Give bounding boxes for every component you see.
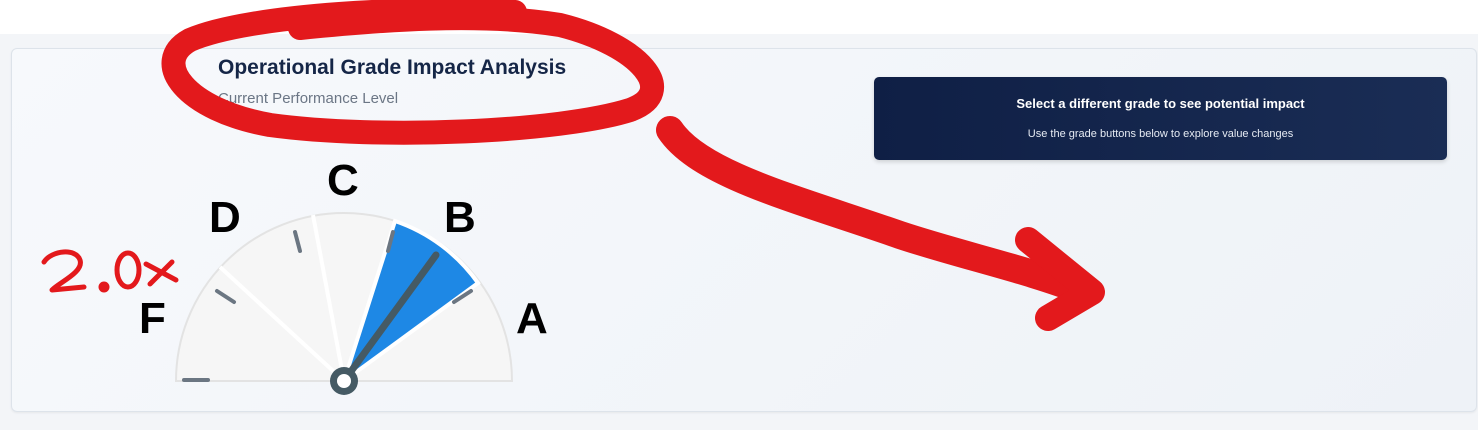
info-panel-subtext: Use the grade buttons below to explore v… (1027, 128, 1294, 140)
impact-info-panel: Select a different grade to see potentia… (874, 77, 1447, 160)
grade-label-d: D (209, 193, 241, 242)
grade-label-c: C (327, 156, 359, 205)
grade-label-a: A (516, 294, 548, 343)
page-title: Operational Grade Impact Analysis (218, 56, 567, 79)
page-subtitle: Current Performance Level (218, 90, 399, 107)
info-panel-heading: Select a different grade to see potentia… (1016, 96, 1305, 111)
grade-label-b: B (444, 193, 476, 242)
grade-label-f: F (139, 294, 166, 343)
